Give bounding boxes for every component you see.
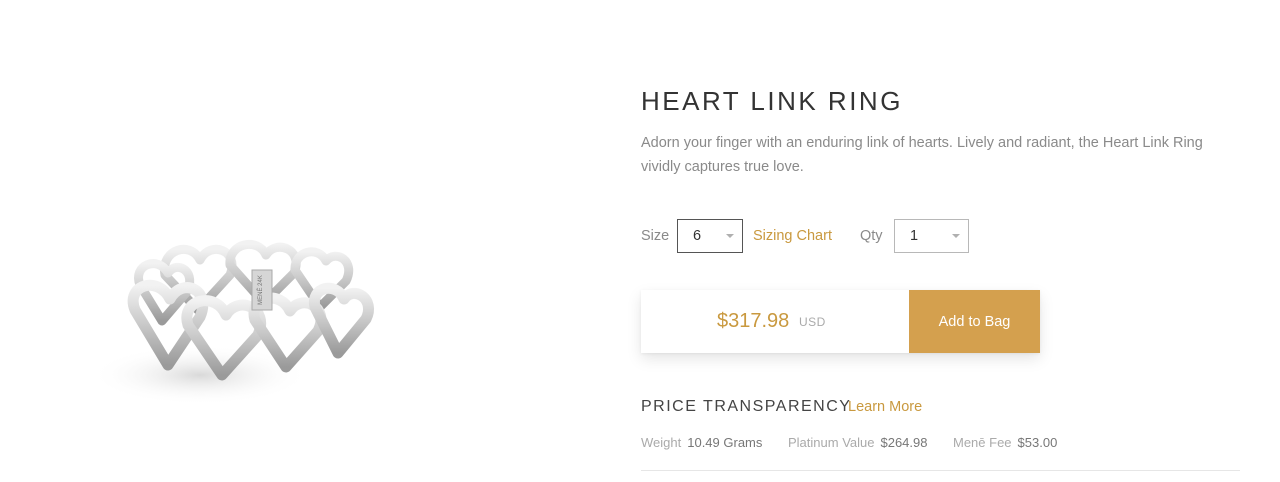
product-description: Adorn your finger with an enduring link … (641, 135, 1203, 175)
qty-select-value: 1 (910, 228, 919, 244)
mene-fee-amount: $53.00 (1017, 435, 1058, 450)
platinum-value-item: Platinum Value $264.98 (788, 435, 927, 450)
weight-item: Weight 10.49 Grams (641, 435, 762, 450)
size-label: Size (641, 228, 670, 244)
divider (641, 470, 1240, 471)
mene-fee-label: Menē Fee (953, 435, 1012, 450)
product-page: MENĒ 24K HEART LINK RING Adorn your fing… (0, 0, 1280, 482)
size-select[interactable]: 6 (677, 219, 743, 253)
price-transparency-heading: PRICE TRANSPARENCY (641, 398, 852, 415)
qty-select[interactable]: 1 (894, 219, 969, 253)
chevron-down-icon (726, 234, 734, 238)
product-title: HEART LINK RING (641, 86, 903, 116)
product-image: MENĒ 24K (80, 215, 410, 425)
mene-fee-item: Menē Fee $53.00 (953, 435, 1057, 450)
add-to-bag-button[interactable]: Add to Bag (909, 290, 1040, 353)
size-select-value: 6 (693, 228, 702, 244)
platinum-value-label: Platinum Value (788, 435, 875, 450)
platinum-value-amount: $264.98 (880, 435, 928, 450)
weight-value: 10.49 Grams (687, 435, 763, 450)
currency-label: USD (799, 315, 826, 329)
ring-stamp: MENĒ 24K (257, 275, 264, 305)
learn-more-link[interactable]: Learn More (848, 399, 922, 415)
chevron-down-icon (952, 234, 960, 238)
price: $317.98 (717, 310, 790, 332)
sizing-chart-link[interactable]: Sizing Chart (753, 228, 832, 244)
heart-link-ring-image: MENĒ 24K (90, 240, 374, 405)
product-options: Size 6 Sizing Chart Qty 1 (641, 219, 1241, 255)
qty-label: Qty (860, 228, 883, 244)
weight-label: Weight (641, 435, 682, 450)
purchase-box: $317.98 USD Add to Bag (641, 290, 1040, 353)
